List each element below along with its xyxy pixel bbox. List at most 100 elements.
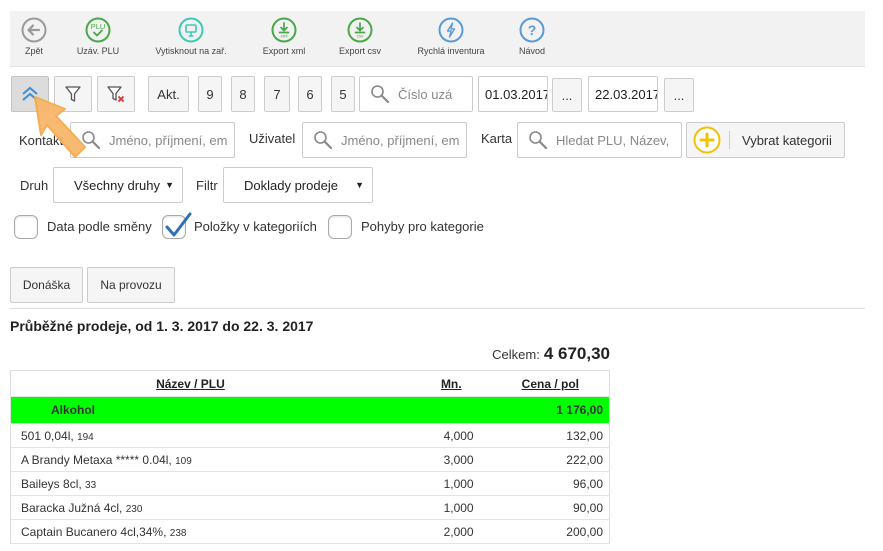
table-row: A Brandy Metaxa ***** 0.04l, 109 3,000 2…: [10, 447, 610, 472]
item-plu: 109: [175, 455, 192, 467]
item-name: Captain Bucanero 4cl,34%, 238: [10, 519, 370, 544]
chevron-down-icon: ▼: [165, 180, 174, 190]
table-row: 501 0,04l, 194 4,000 132,00: [10, 423, 610, 448]
item-qty: 2,000: [369, 519, 480, 544]
sort-by-price-link[interactable]: Cena / pol: [522, 377, 579, 391]
contact-search-input[interactable]: Jméno, příjmení, em: [70, 122, 235, 158]
doc-number-placeholder: Číslo uzá: [398, 86, 453, 102]
current-period-button[interactable]: Akt.: [148, 76, 189, 112]
back-button[interactable]: Zpět: [18, 17, 50, 56]
help-button[interactable]: ? Návod: [512, 17, 552, 56]
category-name: Alkohol: [10, 396, 370, 424]
search-icon: [371, 85, 390, 104]
sort-by-plu-link[interactable]: PLU: [201, 377, 225, 391]
table-row: Baileys 8cl, 33 1,000 96,00: [10, 471, 610, 496]
tab-donaska[interactable]: Donáška: [10, 267, 83, 303]
filter-label: Filtr: [196, 178, 218, 193]
category-qty: [369, 396, 480, 424]
item-name: Baracka Južná 4cl, 230: [10, 495, 370, 520]
doc-number-input[interactable]: Číslo uzá: [359, 76, 473, 112]
export-csv-button[interactable]: csv Export csv: [332, 17, 388, 56]
card-search-input[interactable]: Hledat PLU, Název,: [517, 122, 682, 158]
section-divider: [10, 308, 865, 309]
user-placeholder: Jméno, příjmení, em: [341, 132, 460, 148]
item-qty: 3,000: [369, 447, 480, 472]
user-search-input[interactable]: Jméno, příjmení, em: [302, 122, 467, 158]
quick-day-9[interactable]: 9: [198, 76, 222, 112]
card-label: Karta: [481, 131, 513, 146]
shift-data-checkbox[interactable]: [14, 215, 38, 239]
date-to-input[interactable]: 22.03.2017: [588, 76, 658, 112]
toolbar: Zpět PLU Uzáv. PLU Vytisknout na zař. xm…: [10, 11, 865, 67]
item-name: 501 0,04l, 194: [10, 423, 370, 448]
quick-day-6[interactable]: 6: [298, 76, 322, 112]
export-csv-icon: csv: [347, 17, 373, 43]
clear-filter-button[interactable]: [97, 76, 135, 112]
category-total: 1 176,00: [479, 396, 610, 424]
help-label: Návod: [518, 46, 545, 56]
category-movements-label: Pohyby pro kategorie: [361, 219, 484, 234]
items-in-categories-label: Položky v kategoriích: [194, 219, 317, 234]
divider: [729, 131, 730, 149]
item-price: 90,00: [479, 495, 610, 520]
table-row: Baracka Južná 4cl, 230 1,000 90,00: [10, 495, 610, 520]
print-device-button[interactable]: Vytisknout na zař.: [147, 17, 235, 56]
svg-text:?: ?: [528, 22, 537, 38]
date-from-picker-button[interactable]: ...: [552, 78, 582, 112]
svg-text:xml: xml: [281, 34, 288, 39]
pointer-arrow-icon: [34, 96, 86, 158]
report-total: Celkem: 4 670,30: [492, 344, 610, 364]
select-category-label: Vybrat kategorii: [742, 132, 832, 148]
export-xml-button[interactable]: xml Export xml: [256, 17, 312, 56]
sort-by-qty-link[interactable]: Mn.: [441, 377, 462, 391]
column-header-price: Cena / pol: [479, 370, 610, 397]
date-to-picker-button[interactable]: ...: [664, 78, 694, 112]
print-device-label: Vytisknout na zař.: [155, 46, 227, 56]
table-row: Captain Bucanero 4cl,34%, 238 2,000 200,…: [10, 519, 610, 544]
svg-text:PLU: PLU: [91, 22, 106, 31]
back-button-label: Zpět: [24, 46, 43, 56]
svg-text:csv: csv: [357, 34, 365, 39]
quick-day-7[interactable]: 7: [264, 76, 290, 112]
date-from-input[interactable]: 01.03.2017: [478, 76, 548, 112]
print-device-icon: [178, 17, 204, 43]
type-label: Druh: [20, 178, 49, 193]
date-from-value: 01.03.2017: [485, 86, 548, 102]
header-separator: /: [190, 376, 201, 391]
quick-day-5[interactable]: 5: [331, 76, 355, 112]
search-icon: [314, 131, 333, 150]
close-plu-button[interactable]: PLU Uzáv. PLU: [70, 17, 126, 56]
select-category-button[interactable]: Vybrat kategorii: [686, 122, 845, 158]
category-row: Alkohol 1 176,00: [10, 396, 610, 424]
item-qty: 1,000: [369, 471, 480, 496]
quick-inventory-button[interactable]: Rychlá inventura: [410, 17, 492, 56]
item-price: 200,00: [479, 519, 610, 544]
chevron-down-icon: ▼: [355, 180, 364, 190]
filter-select[interactable]: Doklady prodeje ▼: [223, 167, 373, 203]
close-plu-label: Uzáv. PLU: [76, 46, 120, 56]
sales-table: Název / PLU Mn. Cena / pol Alkohol 1 176…: [10, 370, 610, 544]
type-select[interactable]: Všechny druhy ▼: [53, 167, 183, 203]
export-xml-label: Export xml: [262, 46, 306, 56]
type-select-value: Všechny druhy: [74, 177, 160, 193]
export-xml-icon: xml: [271, 17, 297, 43]
quick-day-8[interactable]: 8: [231, 76, 255, 112]
total-label: Celkem:: [492, 347, 540, 362]
tab-na-provozu[interactable]: Na provozu: [87, 267, 175, 303]
checkmark-icon: [165, 212, 192, 237]
date-to-value: 22.03.2017: [595, 86, 658, 102]
column-header-name: Název / PLU: [10, 370, 370, 397]
shift-data-label: Data podle směny: [47, 219, 152, 234]
help-icon: ?: [519, 17, 545, 43]
back-arrow-icon: [21, 17, 47, 43]
plus-circle-icon: [693, 126, 721, 154]
item-plu: 33: [85, 479, 97, 491]
item-plu: 230: [125, 503, 143, 515]
sort-by-name-link[interactable]: Název: [156, 377, 191, 391]
item-qty: 4,000: [369, 423, 480, 448]
filter-select-value: Doklady prodeje: [244, 177, 338, 193]
category-movements-checkbox[interactable]: [328, 215, 352, 239]
card-placeholder: Hledat PLU, Název,: [556, 132, 670, 148]
items-in-categories-checkbox[interactable]: [162, 212, 192, 239]
lightning-icon: [438, 17, 464, 43]
